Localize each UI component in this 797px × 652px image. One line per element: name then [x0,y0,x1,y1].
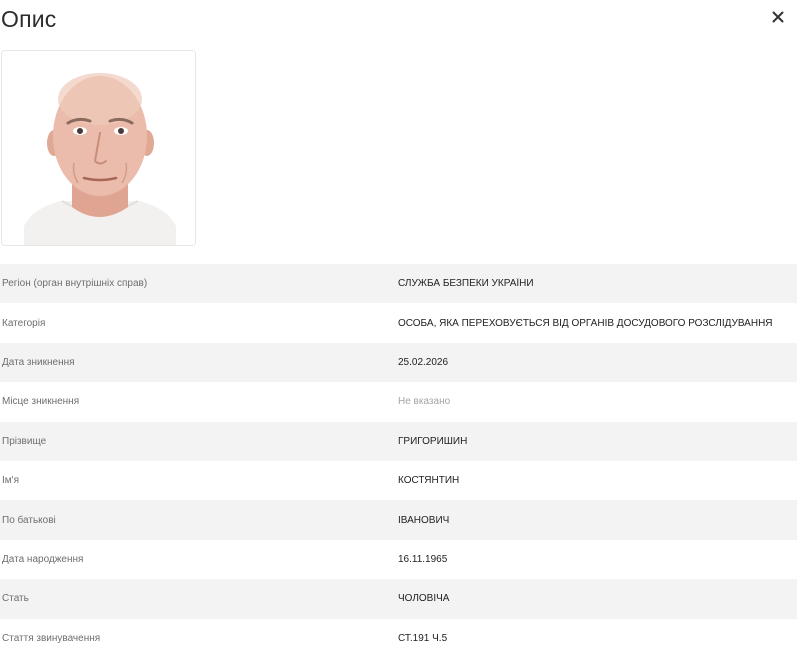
close-button[interactable] [765,6,791,28]
detail-value: СТ.191 Ч.5 [398,632,448,644]
detail-label: Дата народження [2,553,84,565]
detail-value: ЧОЛОВІЧА [398,593,450,605]
detail-label: Ім'я [2,475,19,487]
detail-row-patronymic: По батькові ІВАНОВИЧ [0,500,797,540]
detail-label: Прізвище [2,435,47,447]
detail-label: Стаття звинувачення [2,632,101,644]
detail-label: Дата зникнення [2,356,75,368]
detail-label: Місце зникнення [2,396,80,408]
detail-value: ІВАНОВИЧ [398,514,450,526]
detail-row-charge-article: Стаття звинувачення СТ.191 Ч.5 [0,618,797,652]
detail-label: Категорія [2,317,46,329]
detail-value: СЛУЖБА БЕЗПЕКИ УКРАЇНИ [398,278,534,290]
person-portrait-image [2,51,195,245]
detail-value: КОСТЯНТИН [398,475,460,487]
detail-row-first-name: Ім'я КОСТЯНТИН [0,460,797,501]
detail-value: 25.02.2026 [398,356,449,368]
detail-row-birth-date: Дата народження 16.11.1965 [0,539,797,580]
modal-title: Опис [1,6,57,32]
detail-label: Регіон (орган внутрішніх справ) [2,278,148,290]
detail-row-disappearance-place: Місце зникнення Не вказано [0,382,797,422]
detail-row-disappearance-date: Дата зникнення 25.02.2026 [0,342,797,383]
detail-row-region: Регіон (орган внутрішніх справ) СЛУЖБА Б… [0,264,797,304]
description-modal: Опис Регіон (орган внутрішніх справ) СЛУ… [0,0,797,652]
detail-row-category: Категорія ОСОБА, ЯКА ПЕРЕХОВУЄТЬСЯ ВІД О… [0,303,797,343]
details-table: Регіон (орган внутрішніх справ) СЛУЖБА Б… [0,264,797,652]
detail-label: По батькові [2,514,56,526]
close-icon [772,11,784,23]
person-photo [1,50,196,246]
detail-row-surname: Прізвище ГРИГОРИШИН [0,421,797,461]
detail-value: ОСОБА, ЯКА ПЕРЕХОВУЄТЬСЯ ВІД ОРГАНІВ ДОС… [398,317,773,329]
detail-value: 16.11.1965 [398,553,448,565]
detail-label: Стать [2,593,29,605]
detail-row-sex: Стать ЧОЛОВІЧА [0,579,797,619]
detail-value: Не вказано [398,396,451,408]
detail-value: ГРИГОРИШИН [398,435,468,447]
